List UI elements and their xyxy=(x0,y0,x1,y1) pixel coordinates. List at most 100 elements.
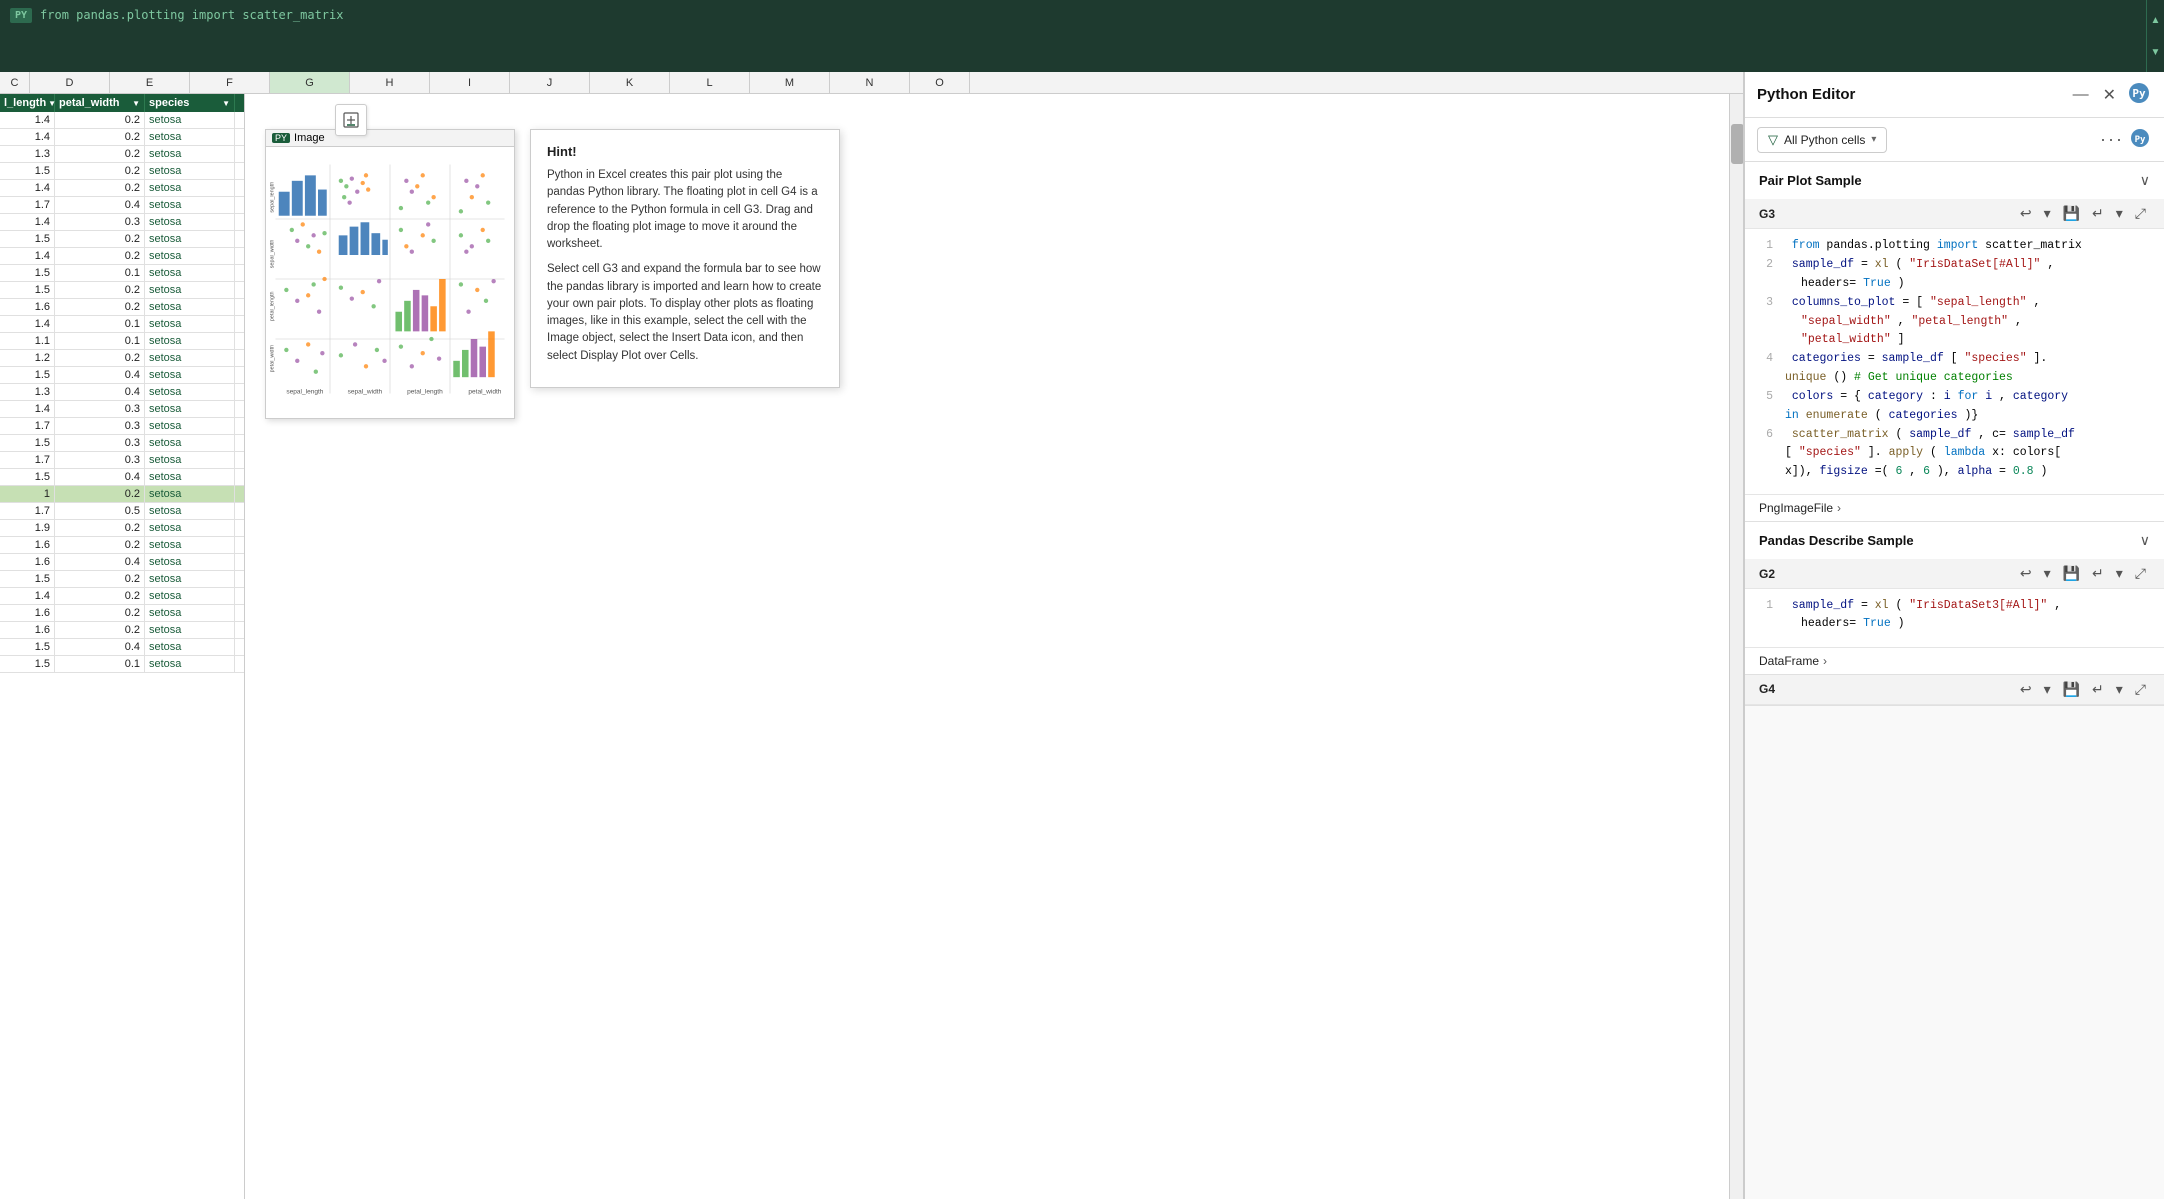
cell-petal-length[interactable]: 1.5 xyxy=(0,163,55,179)
cell-petal-length[interactable]: 1.7 xyxy=(0,452,55,468)
cell-petal-width[interactable]: 0.3 xyxy=(55,418,145,434)
vertical-scrollbar[interactable] xyxy=(1729,94,1743,1199)
cell-petal-length[interactable]: 1.6 xyxy=(0,537,55,553)
cell-petal-width[interactable]: 0.2 xyxy=(55,112,145,128)
cell-species[interactable]: setosa xyxy=(145,146,235,162)
cell-petal-width[interactable]: 0.2 xyxy=(55,605,145,621)
cell-species[interactable]: setosa xyxy=(145,571,235,587)
scroll-up-icon[interactable]: ▲ xyxy=(2151,15,2161,26)
cell-petal-length[interactable]: 1.1 xyxy=(0,333,55,349)
cell-petal-width[interactable]: 0.5 xyxy=(55,503,145,519)
cell-petal-length[interactable]: 1.7 xyxy=(0,418,55,434)
cell-petal-length[interactable]: 1.5 xyxy=(0,282,55,298)
cell-species[interactable]: setosa xyxy=(145,520,235,536)
cell-petal-length[interactable]: 1.6 xyxy=(0,622,55,638)
cell-petal-length[interactable]: 1.4 xyxy=(0,180,55,196)
cell-petal-length[interactable]: 1 xyxy=(0,486,55,502)
expand-button-g4[interactable]: ⤢ xyxy=(2131,679,2150,700)
cell-petal-length[interactable]: 1.3 xyxy=(0,384,55,400)
cell-petal-length[interactable]: 1.9 xyxy=(0,520,55,536)
cell-species[interactable]: setosa xyxy=(145,367,235,383)
cell-species[interactable]: setosa xyxy=(145,316,235,332)
cell-petal-length[interactable]: 1.4 xyxy=(0,316,55,332)
cell-petal-length[interactable]: 1.7 xyxy=(0,503,55,519)
cell-petal-length[interactable]: 1.5 xyxy=(0,231,55,247)
cell-species[interactable]: setosa xyxy=(145,622,235,638)
cell-petal-width[interactable]: 0.2 xyxy=(55,622,145,638)
cell-petal-length[interactable]: 1.6 xyxy=(0,299,55,315)
cell-petal-length[interactable]: 1.4 xyxy=(0,112,55,128)
cell-petal-length[interactable]: 1.4 xyxy=(0,588,55,604)
cell-petal-width[interactable]: 0.2 xyxy=(55,231,145,247)
sort-icon-width[interactable]: ▼ xyxy=(132,99,140,108)
minimize-button[interactable]: — xyxy=(2069,84,2093,106)
cell-species[interactable]: setosa xyxy=(145,112,235,128)
cell-petal-length[interactable]: 1.6 xyxy=(0,554,55,570)
python-icon-button[interactable]: Py xyxy=(2126,80,2152,109)
cell-petal-width[interactable]: 0.2 xyxy=(55,299,145,315)
cell-species[interactable]: setosa xyxy=(145,384,235,400)
cell-petal-width[interactable]: 0.4 xyxy=(55,367,145,383)
code-block-g3[interactable]: 1 from pandas.plotting import scatter_ma… xyxy=(1745,229,2164,494)
cell-species[interactable]: setosa xyxy=(145,197,235,213)
run-button-g4[interactable]: ↵ xyxy=(2088,679,2108,700)
insert-data-button[interactable] xyxy=(335,104,367,136)
run-button-g2[interactable]: ↵ xyxy=(2088,563,2108,584)
cell-petal-length[interactable]: 1.4 xyxy=(0,401,55,417)
cell-petal-length[interactable]: 1.5 xyxy=(0,435,55,451)
cell-species[interactable]: setosa xyxy=(145,418,235,434)
run-button-g3[interactable]: ↵ xyxy=(2088,203,2108,224)
code-block-g2[interactable]: 1 sample_df = xl ( "IrisDataSet3[#All]" … xyxy=(1745,589,2164,647)
cell-species[interactable]: setosa xyxy=(145,656,235,672)
cell-petal-width[interactable]: 0.3 xyxy=(55,435,145,451)
cell-petal-width[interactable]: 0.4 xyxy=(55,384,145,400)
cell-species[interactable]: setosa xyxy=(145,129,235,145)
cell-petal-width[interactable]: 0.4 xyxy=(55,469,145,485)
cell-petal-width[interactable]: 0.4 xyxy=(55,639,145,655)
cell-petal-width[interactable]: 0.3 xyxy=(55,452,145,468)
cell-petal-width[interactable]: 0.2 xyxy=(55,537,145,553)
cell-species[interactable]: setosa xyxy=(145,163,235,179)
cell-species[interactable]: setosa xyxy=(145,333,235,349)
cell-petal-width[interactable]: 0.2 xyxy=(55,180,145,196)
cell-species[interactable]: setosa xyxy=(145,469,235,485)
cell-petal-width[interactable]: 0.2 xyxy=(55,163,145,179)
save-button-g4[interactable]: 💾 xyxy=(2059,679,2084,700)
more-options-button[interactable]: ··· xyxy=(2100,129,2124,150)
close-button[interactable]: ✕ xyxy=(2099,83,2120,107)
cell-petal-width[interactable]: 0.2 xyxy=(55,248,145,264)
cell-species[interactable]: setosa xyxy=(145,299,235,315)
expand-button-g3[interactable]: ⤢ xyxy=(2131,203,2150,224)
cell-species[interactable]: setosa xyxy=(145,282,235,298)
cell-petal-width[interactable]: 0.2 xyxy=(55,350,145,366)
scroll-down-icon[interactable]: ▼ xyxy=(2151,47,2161,58)
run-dropdown-g4[interactable]: ▾ xyxy=(2112,679,2127,700)
editor-py-icon[interactable]: Py xyxy=(2128,126,2152,153)
cell-petal-length[interactable]: 1.4 xyxy=(0,248,55,264)
cell-petal-length[interactable]: 1.5 xyxy=(0,469,55,485)
col-header-g[interactable]: G xyxy=(270,72,350,93)
cell-species[interactable]: setosa xyxy=(145,401,235,417)
cell-petal-width[interactable]: 0.2 xyxy=(55,146,145,162)
cell-petal-width[interactable]: 0.1 xyxy=(55,316,145,332)
cell-petal-width[interactable]: 0.2 xyxy=(55,520,145,536)
cell-petal-width[interactable]: 0.1 xyxy=(55,656,145,672)
cell-petal-length[interactable]: 1.6 xyxy=(0,605,55,621)
cell-petal-width[interactable]: 0.2 xyxy=(55,571,145,587)
section-header-pandas[interactable]: Pandas Describe Sample ∨ xyxy=(1745,522,2164,559)
output-link-pngimage[interactable]: PngImageFile › xyxy=(1745,494,2164,521)
cell-petal-length[interactable]: 1.5 xyxy=(0,639,55,655)
cell-petal-width[interactable]: 0.4 xyxy=(55,554,145,570)
cell-species[interactable]: setosa xyxy=(145,214,235,230)
cell-petal-length[interactable]: 1.7 xyxy=(0,197,55,213)
cell-species[interactable]: setosa xyxy=(145,350,235,366)
cell-species[interactable]: setosa xyxy=(145,180,235,196)
save-button-g3[interactable]: 💾 xyxy=(2059,203,2084,224)
cell-petal-width[interactable]: 0.1 xyxy=(55,265,145,281)
cell-species[interactable]: setosa xyxy=(145,588,235,604)
undo-dropdown-g2[interactable]: ▾ xyxy=(2040,563,2055,584)
run-dropdown-g3[interactable]: ▾ xyxy=(2112,203,2127,224)
output-link-dataframe[interactable]: DataFrame › xyxy=(1745,647,2164,674)
cell-species[interactable]: setosa xyxy=(145,486,235,502)
undo-dropdown-g3[interactable]: ▾ xyxy=(2040,203,2055,224)
